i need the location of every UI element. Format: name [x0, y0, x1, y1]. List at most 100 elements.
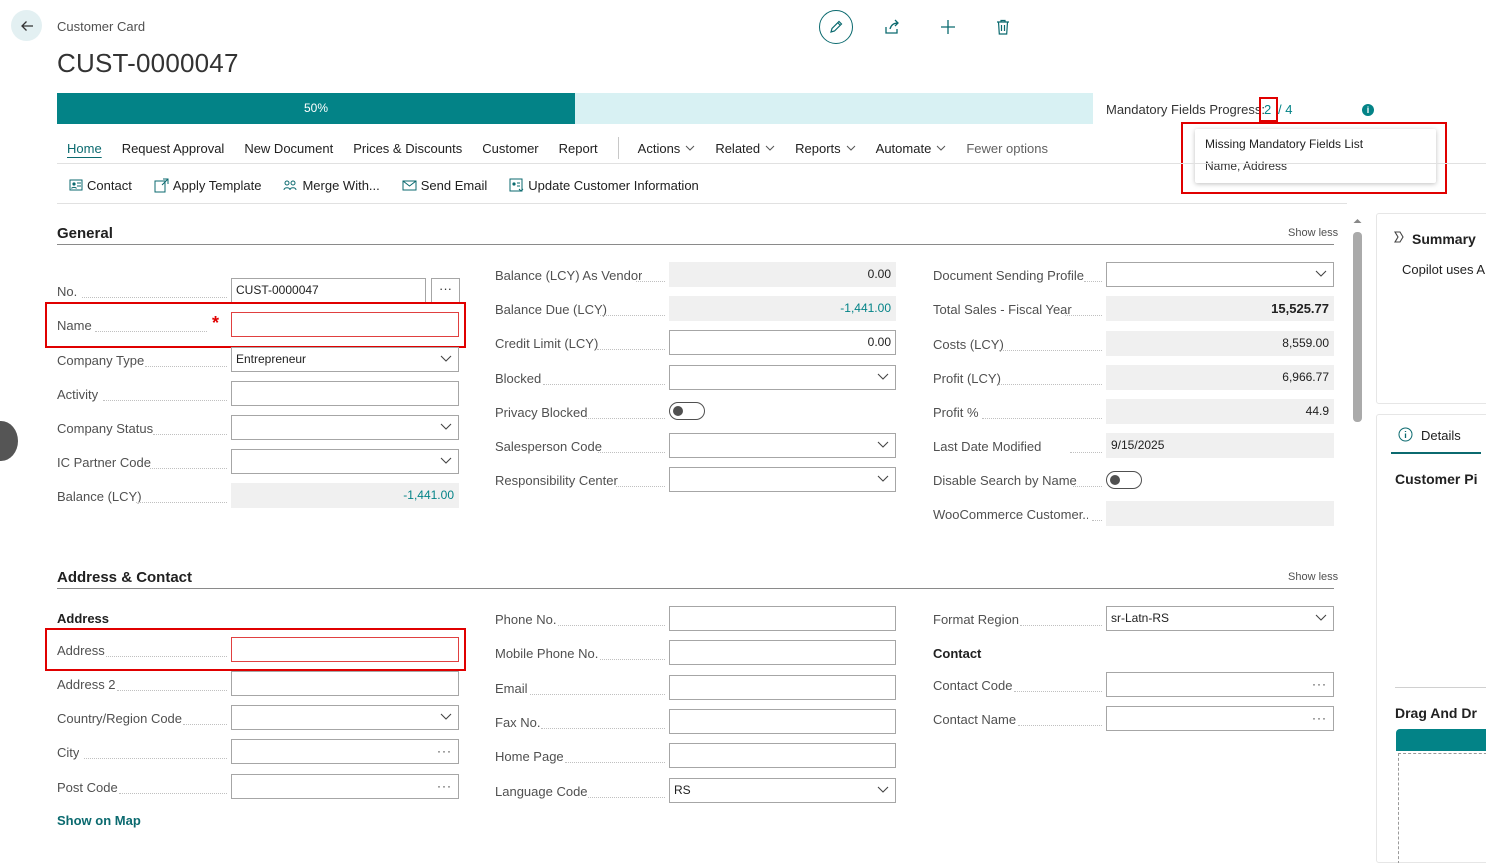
contact-action[interactable]: Contact	[69, 178, 132, 193]
new-button[interactable]	[938, 17, 958, 37]
label-leader	[616, 486, 665, 487]
tab-customer[interactable]: Customer	[482, 141, 538, 156]
no-assist-button[interactable]: ···	[431, 278, 460, 303]
section-divider	[57, 588, 1334, 589]
scrollbar-thumb[interactable]	[1353, 232, 1362, 422]
balance-lcy-value: -1,441.00	[403, 488, 454, 502]
ic-partner-code-select[interactable]	[231, 449, 459, 474]
copilot-icon	[1394, 231, 1404, 243]
company-status-select[interactable]	[231, 415, 459, 440]
section-title-address-contact[interactable]: Address & Contact	[57, 569, 192, 586]
info-circle-icon	[1398, 427, 1413, 442]
no-field[interactable]: CUST-0000047	[231, 278, 426, 303]
upload-button[interactable]	[1396, 729, 1486, 751]
balance-as-vendor-field: 0.00	[669, 262, 896, 287]
label-leader	[588, 797, 665, 798]
format-region-select[interactable]: sr-Latn-RS	[1106, 606, 1334, 631]
label-leader	[558, 625, 665, 626]
address-2-field[interactable]	[231, 671, 459, 696]
menu-related[interactable]: Related	[715, 141, 775, 156]
label-leader	[1073, 486, 1102, 487]
delete-button[interactable]	[993, 17, 1013, 37]
company-type-select[interactable]: Entrepreneur	[231, 347, 459, 372]
salesperson-code-select[interactable]	[669, 433, 896, 458]
chevron-down-icon	[440, 423, 452, 430]
home-page-field[interactable]	[669, 743, 896, 768]
merge-with-action[interactable]: Merge With...	[283, 178, 380, 193]
send-email-action[interactable]: Send Email	[402, 178, 487, 193]
profit-lcy-value: 6,966.77	[1282, 370, 1329, 384]
privacy-blocked-toggle[interactable]	[669, 402, 705, 420]
city-lookup-button[interactable]: ···	[437, 740, 452, 763]
section-title-general[interactable]: General	[57, 225, 113, 242]
label-leader	[145, 366, 227, 367]
balance-lcy-field[interactable]: -1,441.00	[231, 483, 459, 508]
drop-zone[interactable]	[1398, 753, 1486, 863]
label-leader	[600, 315, 665, 316]
label-leader	[636, 281, 665, 282]
privacy-blocked-label: Privacy Blocked	[495, 405, 588, 420]
post-code-field[interactable]: ···	[231, 774, 459, 799]
show-on-map-link[interactable]: Show on Map	[57, 813, 141, 828]
document-sending-profile-select[interactable]	[1106, 262, 1334, 287]
chevron-down-icon	[936, 145, 946, 151]
tab-prices-discounts[interactable]: Prices & Discounts	[353, 141, 462, 156]
disable-search-toggle[interactable]	[1106, 471, 1142, 489]
contact-name-lookup-button[interactable]: ···	[1312, 707, 1327, 730]
general-show-less-button[interactable]: Show less	[1288, 227, 1338, 239]
address-subheading: Address	[57, 611, 110, 626]
mandatory-progress-bar: 50%	[57, 93, 1093, 124]
fax-no-field[interactable]	[669, 709, 896, 734]
email-icon	[402, 180, 417, 191]
highlight-box	[1259, 97, 1278, 122]
label-leader	[586, 418, 665, 419]
details-tab[interactable]: Details	[1421, 428, 1461, 443]
edit-button[interactable]	[819, 10, 853, 44]
activity-field[interactable]	[231, 381, 459, 406]
drag-and-drop-title: Drag And Dr	[1395, 705, 1477, 721]
customer-picture-title: Customer Pi	[1395, 471, 1478, 487]
responsibility-center-select[interactable]	[669, 467, 896, 492]
country-region-code-select[interactable]	[231, 705, 459, 730]
last-date-modified-field: 9/15/2025	[1106, 433, 1334, 458]
mobile-phone-field[interactable]	[669, 640, 896, 665]
tab-request-approval[interactable]: Request Approval	[122, 141, 225, 156]
post-code-lookup-button[interactable]: ···	[437, 775, 452, 798]
balance-due-field[interactable]: -1,441.00	[669, 296, 896, 321]
contact-code-field[interactable]: ···	[1106, 672, 1334, 697]
highlight-box	[45, 302, 466, 348]
label-leader	[530, 694, 665, 695]
menu-actions[interactable]: Actions	[638, 141, 696, 156]
credit-limit-field[interactable]: 0.00	[669, 330, 896, 355]
tab-home[interactable]: Home	[67, 141, 102, 156]
label-leader	[600, 659, 665, 660]
contact-code-lookup-button[interactable]: ···	[1312, 673, 1327, 696]
total-sales-field[interactable]: 15,525.77	[1106, 296, 1334, 321]
fewer-options-button[interactable]: Fewer options	[966, 141, 1048, 156]
credit-limit-label: Credit Limit (LCY)	[495, 336, 599, 351]
label-leader	[999, 350, 1102, 351]
address-show-less-button[interactable]: Show less	[1288, 571, 1338, 583]
city-field[interactable]: ···	[231, 739, 459, 764]
profit-percent-field: 44.9	[1106, 399, 1334, 424]
language-code-select[interactable]: RS	[669, 778, 896, 803]
phone-no-label: Phone No.	[495, 612, 557, 627]
blocked-select[interactable]	[669, 365, 896, 390]
side-panel-toggle[interactable]	[0, 421, 18, 461]
contact-name-label: Contact Name	[933, 712, 1017, 727]
credit-limit-value: 0.00	[867, 335, 891, 349]
menu-automate[interactable]: Automate	[876, 141, 947, 156]
tab-new-document[interactable]: New Document	[244, 141, 333, 156]
menu-reports[interactable]: Reports	[795, 141, 856, 156]
share-button[interactable]	[882, 17, 902, 37]
info-icon[interactable]: i	[1362, 104, 1374, 116]
apply-template-action[interactable]: Apply Template	[154, 178, 261, 193]
update-customer-info-action[interactable]: Update Customer Information	[509, 178, 699, 193]
contact-name-field[interactable]: ···	[1106, 706, 1334, 731]
tab-report[interactable]: Report	[559, 141, 598, 156]
woocommerce-customer-label: WooCommerce Customer...	[933, 507, 1088, 522]
chevron-down-icon	[440, 713, 452, 720]
phone-no-field[interactable]	[669, 606, 896, 631]
email-field[interactable]	[669, 675, 896, 700]
back-button[interactable]	[11, 10, 42, 41]
